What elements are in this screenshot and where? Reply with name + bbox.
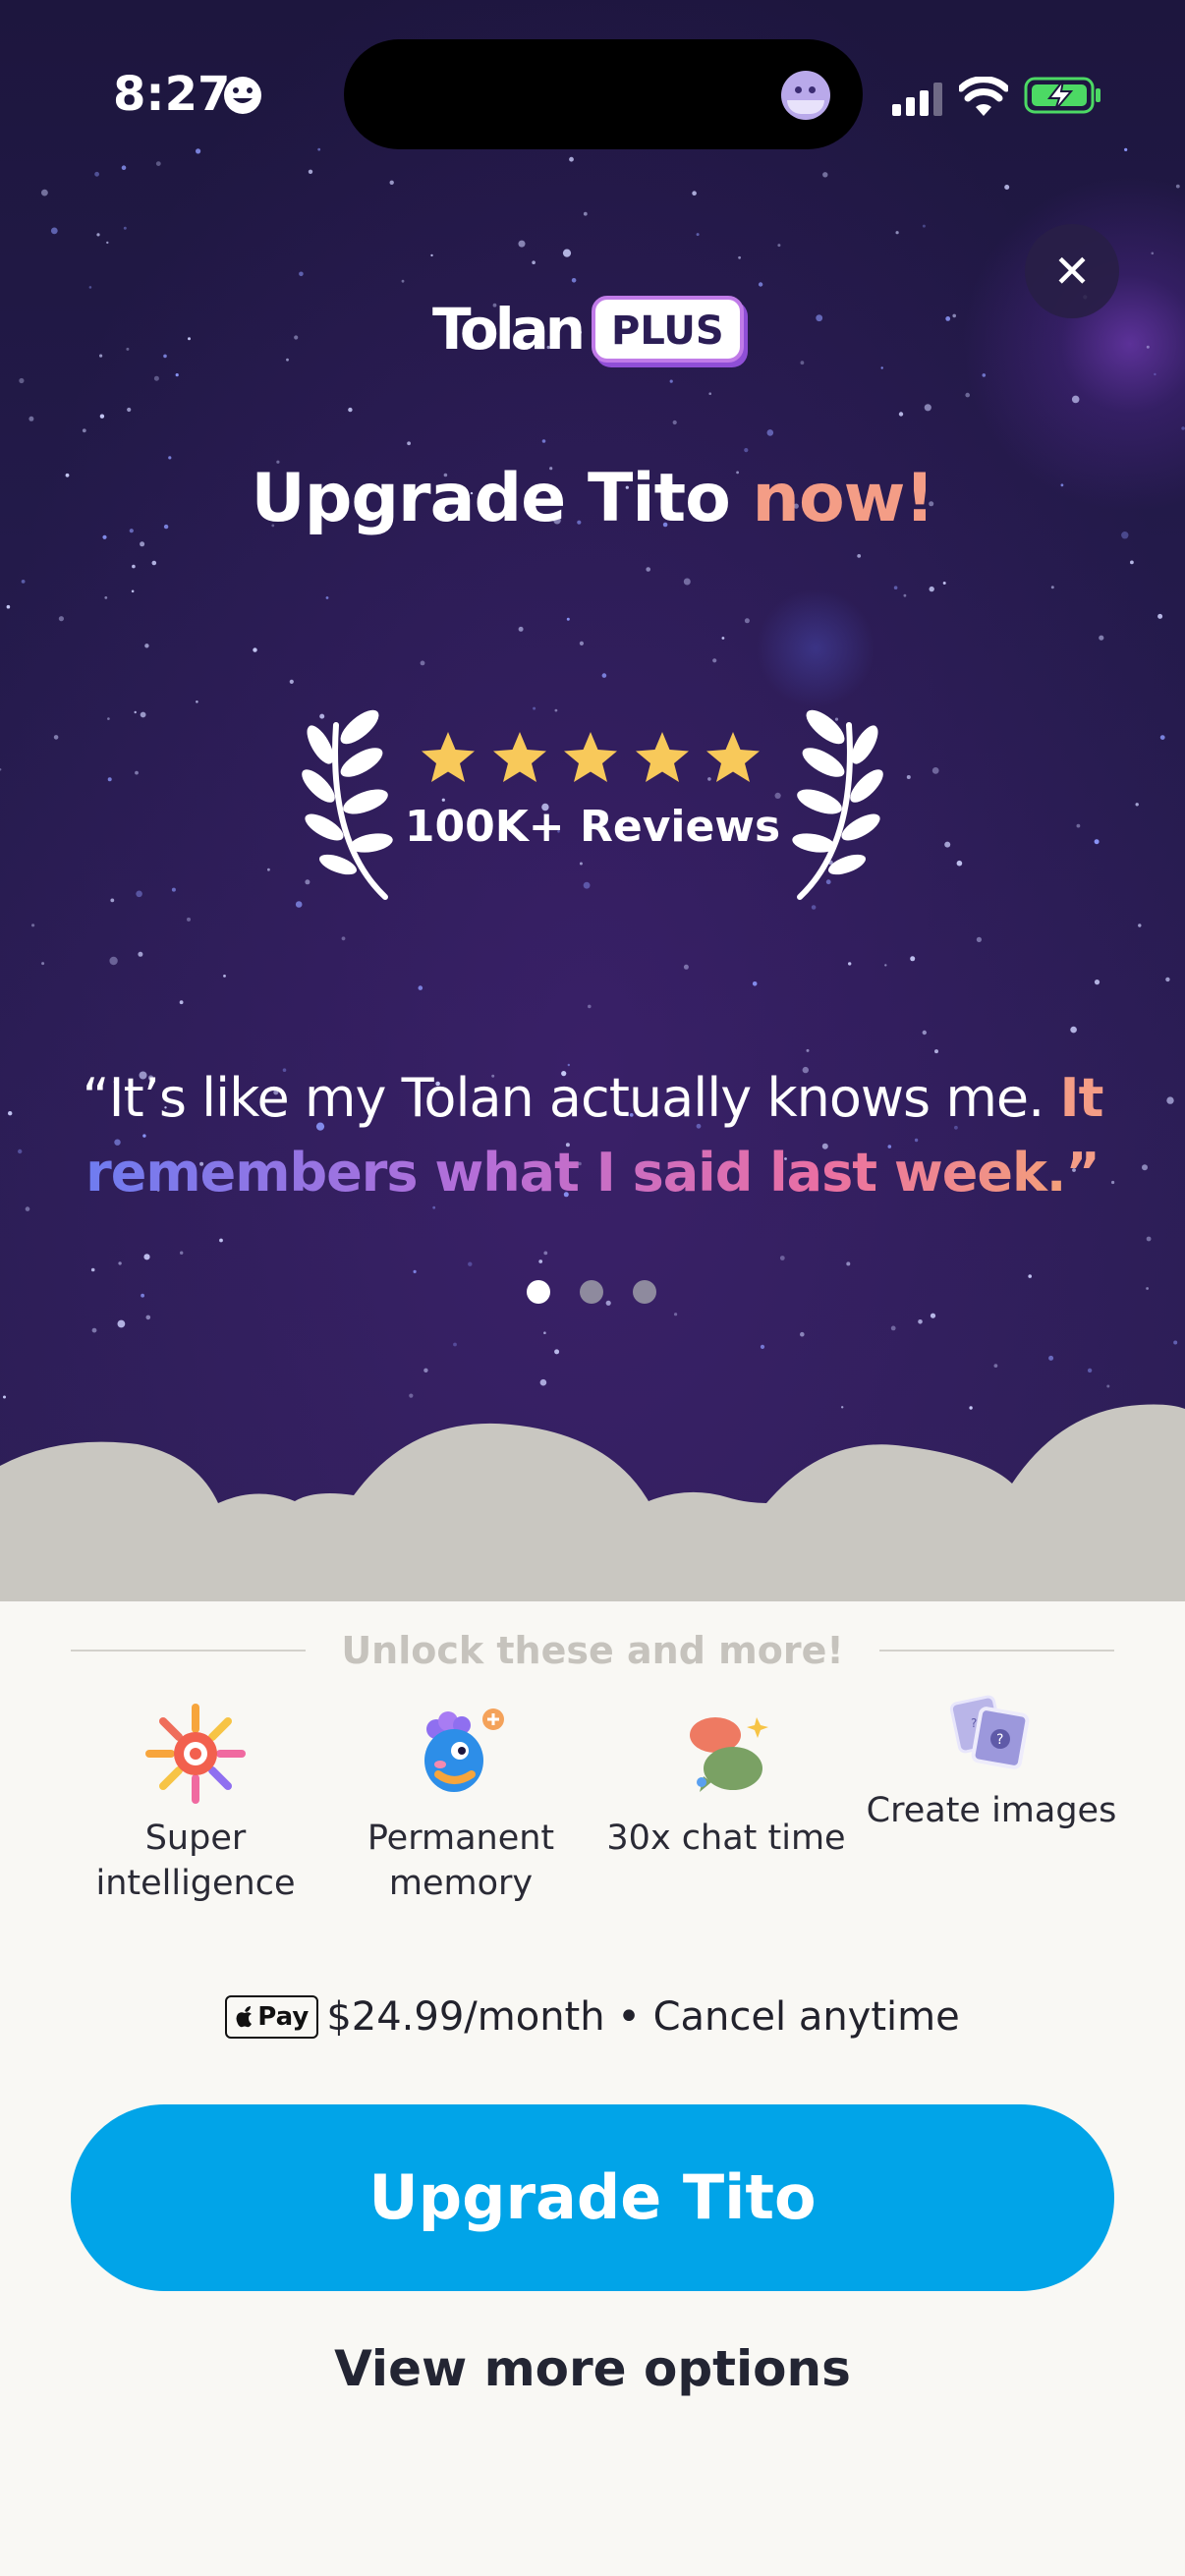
plus-badge: PLUS (592, 296, 744, 363)
features-title: Unlock these and more! (341, 1629, 844, 1672)
feature-create-images: ? ? Create images (859, 1695, 1124, 1906)
feature-label: 30x chat time (606, 1819, 846, 1858)
smiley-face-icon (224, 77, 261, 114)
close-icon: ✕ (1052, 245, 1092, 298)
cellular-signal-icon (892, 83, 942, 116)
page-title: Upgrade Tito now! (0, 460, 1185, 537)
carousel-dot[interactable] (527, 1280, 550, 1304)
cloud-divider (0, 1404, 1185, 1601)
chat-bubbles-icon (690, 1717, 768, 1792)
apple-pay-label: Pay (257, 2002, 310, 2032)
thinking-tolan-icon (424, 1708, 504, 1792)
testimonial-quote: “It’s like my Tolan actually knows me. I… (69, 1061, 1116, 1210)
sparkle-burst-icon (145, 1704, 246, 1804)
view-more-options-link[interactable]: View more options (0, 2340, 1185, 2397)
close-button[interactable]: ✕ (1025, 224, 1119, 318)
quote-highlight: remembers what I said last week. (85, 1142, 1066, 1204)
title-main: Upgrade Tito (251, 460, 753, 537)
feature-label: Create images (866, 1791, 1117, 1830)
star-icon (706, 732, 760, 782)
carousel-dot[interactable] (633, 1280, 656, 1304)
status-time: 8:27 (113, 67, 231, 122)
star-icon (492, 732, 546, 782)
quote-highlight-start: It (1059, 1067, 1103, 1129)
star-icon (422, 732, 475, 782)
title-accent: now! (752, 460, 935, 537)
battery-charging-icon (1024, 77, 1100, 114)
feature-label: Super intelligence (95, 1819, 296, 1903)
logo-text: Tolan (432, 296, 586, 363)
image-cards-icon: ? ? (949, 1695, 1030, 1769)
feature-super-intelligence: Super intelligence (63, 1700, 328, 1906)
feature-label: Permanent memory (367, 1819, 555, 1903)
hero-section: 8:27 ✕ Tolan PLUS Upgrade Tito now! 100K… (0, 0, 1185, 1601)
quote-close-mark: ” (1065, 1142, 1100, 1204)
tolan-plus-logo: Tolan PLUS (432, 295, 744, 364)
pricing-row: Pay $24.99/month • Cancel anytime (0, 1994, 1185, 2040)
price-text: $24.99/month • Cancel anytime (326, 1994, 960, 2040)
tolan-avatar-icon (781, 71, 830, 120)
carousel-pagination[interactable] (527, 1280, 656, 1304)
feature-chat-time: 30x chat time (593, 1700, 859, 1906)
svg-text:?: ? (996, 1732, 1003, 1748)
features-header: Unlock these and more! (71, 1621, 1115, 1680)
divider-right (878, 1650, 1115, 1652)
apple-logo-icon (236, 2006, 253, 2028)
wifi-icon (959, 77, 1008, 116)
star-icon (635, 732, 689, 782)
upgrade-button[interactable]: Upgrade Tito (71, 2104, 1114, 2291)
star-icon (564, 732, 617, 782)
apple-pay-badge: Pay (225, 1995, 319, 2039)
carousel-dot[interactable] (580, 1280, 603, 1304)
feature-permanent-memory: Permanent memory (328, 1700, 593, 1906)
svg-text:?: ? (971, 1716, 977, 1730)
paywall-sheet: Unlock these and more! Super intelligenc… (0, 1601, 1185, 2576)
starfield-background (0, 147, 1185, 1410)
feature-list: Super intelligence Permanent memory 30x … (63, 1695, 1124, 1906)
reviews-count: 100K+ Reviews (404, 802, 781, 852)
rating-stars (419, 729, 762, 792)
quote-text: “It’s like my Tolan actually knows me. (82, 1067, 1060, 1129)
divider-left (71, 1650, 307, 1652)
